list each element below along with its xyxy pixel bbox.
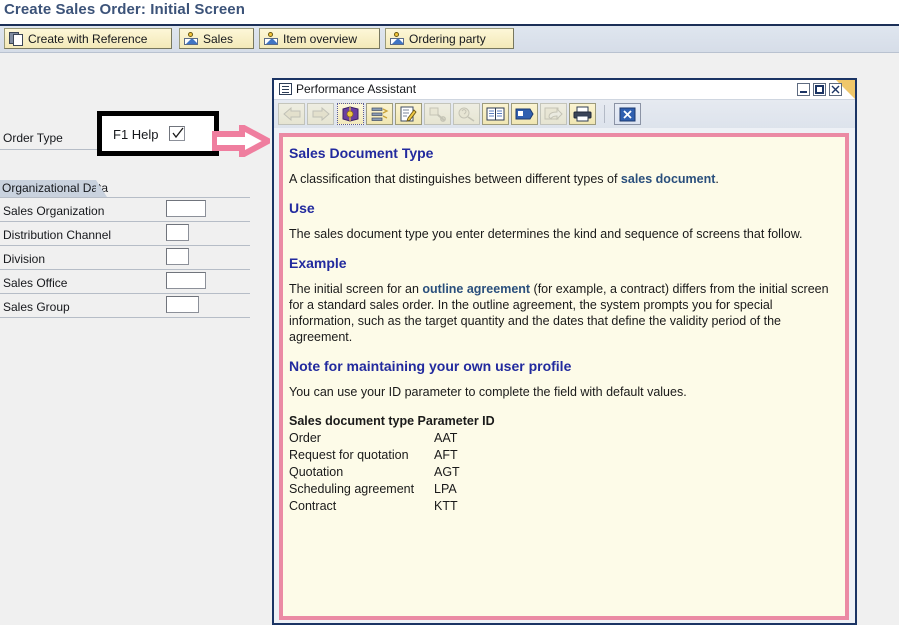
order-type-label: Order Type (3, 131, 63, 145)
table-row: Request for quotation AFT (289, 447, 514, 464)
param-id-cell: LPA (434, 482, 457, 496)
performance-assistant-window: Performance Assistant Sales Document Typ… (272, 78, 857, 625)
doc-type-cell: Request for quotation (289, 448, 409, 462)
sales-organization-input[interactable] (166, 200, 206, 217)
group-divider-1 (0, 221, 250, 222)
division-input[interactable] (166, 248, 189, 265)
forward-document-icon[interactable] (540, 103, 567, 125)
doc-type-cell: Order (289, 431, 321, 445)
table-row: Order AAT (289, 430, 514, 447)
param-id-cell: AFT (434, 448, 458, 462)
table-row: Contract KTT (289, 498, 514, 515)
parameter-id-table: Order AAT Request for quotation AFT Quot… (289, 430, 514, 515)
outline-agreement-link[interactable]: outline agreement (422, 282, 530, 296)
sales-button[interactable]: Sales (179, 28, 254, 49)
partner-person-icon (184, 32, 198, 45)
help-intro-before: A classification that distinguishes betw… (289, 172, 621, 186)
help-intro-paragraph: A classification that distinguishes betw… (289, 171, 835, 187)
group-divider-3 (0, 269, 250, 270)
create-with-reference-label: Create with Reference (28, 31, 148, 46)
application-toolbar: Create with Reference Sales Item overvie… (0, 26, 899, 53)
application-help-icon[interactable] (453, 103, 480, 125)
sales-office-label: Sales Office (3, 276, 68, 290)
performance-assistant-title-bar: Performance Assistant (274, 80, 855, 100)
group-divider-5 (0, 317, 250, 318)
sales-document-link[interactable]: sales document (621, 172, 715, 186)
technical-information-icon[interactable] (366, 103, 393, 125)
forward-arrow-icon[interactable] (307, 103, 334, 125)
group-divider-2 (0, 245, 250, 246)
group-divider-4 (0, 293, 250, 294)
partner-person-icon (390, 32, 404, 45)
help-example-paragraph: The initial screen for an outline agreem… (289, 281, 835, 345)
parameter-table-header: Sales document type Parameter ID (289, 413, 835, 429)
performance-assistant-title: Performance Assistant (296, 82, 417, 96)
sales-group-label: Sales Group (3, 300, 70, 314)
doc-type-cell: Scheduling agreement (289, 482, 415, 496)
checkbox-checked-icon[interactable] (169, 126, 185, 141)
print-icon[interactable] (569, 103, 596, 125)
group-divider-0 (0, 197, 250, 198)
copy-pages-icon (9, 32, 23, 46)
sales-organization-label: Sales Organization (3, 204, 105, 218)
distribution-channel-label: Distribution Channel (3, 228, 112, 242)
close-assistant-icon[interactable] (614, 103, 641, 125)
help-title: Sales Document Type (289, 145, 434, 161)
item-overview-button[interactable]: Item overview (259, 28, 380, 49)
help-use-heading: Use (289, 200, 315, 216)
param-id-cell: AAT (434, 431, 458, 445)
doc-type-cell: Contract (289, 499, 337, 513)
minimize-button[interactable] (797, 83, 810, 96)
sales-label: Sales (203, 31, 234, 46)
organizational-data-group-header: Organizational Data (0, 180, 108, 197)
ordering-party-button[interactable]: Ordering party (385, 28, 514, 49)
glossary-book-icon[interactable] (482, 103, 509, 125)
close-button[interactable] (829, 83, 842, 96)
ordering-party-label: Ordering party (409, 31, 486, 46)
book-help-icon[interactable] (337, 103, 364, 125)
organizational-data-label: Organizational Data (2, 181, 109, 195)
help-example-heading: Example (289, 255, 347, 271)
division-label: Division (3, 252, 46, 266)
maximize-button[interactable] (813, 83, 826, 96)
help-use-paragraph: The sales document type you enter determ… (289, 227, 803, 241)
table-row: Scheduling agreement LPA (289, 481, 514, 498)
document-pencil-icon (279, 83, 292, 95)
param-id-cell: AGT (434, 465, 460, 479)
window-title-bar: Create Sales Order: Initial Screen (0, 0, 899, 26)
help-example-before: The initial screen for an (289, 282, 423, 296)
item-overview-label: Item overview (283, 31, 358, 46)
checkmark-glyph (172, 127, 184, 139)
customizing-icon[interactable] (424, 103, 451, 125)
help-note-paragraph: You can use your ID parameter to complet… (289, 385, 687, 399)
create-with-reference-button[interactable]: Create with Reference (4, 28, 172, 49)
doc-type-cell: Quotation (289, 465, 344, 479)
page-title: Create Sales Order: Initial Screen (4, 1, 246, 18)
pink-right-arrow (211, 121, 275, 161)
help-note-heading: Note for maintaining your own user profi… (289, 358, 572, 374)
sales-group-input[interactable] (166, 296, 199, 313)
note-tag-icon[interactable] (511, 103, 538, 125)
group-tab-slant (96, 180, 107, 197)
sales-office-input[interactable] (166, 272, 206, 289)
performance-assistant-toolbar (274, 100, 855, 128)
f1-help-label: F1 Help (113, 127, 159, 142)
parameter-table-header-col1: Sales document type (289, 414, 415, 428)
help-intro-after: . (715, 172, 719, 186)
partner-person-icon (264, 32, 278, 45)
distribution-channel-input[interactable] (166, 224, 189, 241)
back-arrow-icon[interactable] (278, 103, 305, 125)
help-content-pane[interactable]: Sales Document Type A classification tha… (279, 133, 849, 620)
parameter-table-header-col2: Parameter ID (417, 414, 495, 428)
param-id-cell: KTT (434, 499, 458, 513)
toolbar-separator (604, 105, 605, 123)
table-row: Quotation AGT (289, 464, 514, 481)
edit-note-icon[interactable] (395, 103, 422, 125)
f1-help-highlight-box: F1 Help (97, 111, 219, 156)
